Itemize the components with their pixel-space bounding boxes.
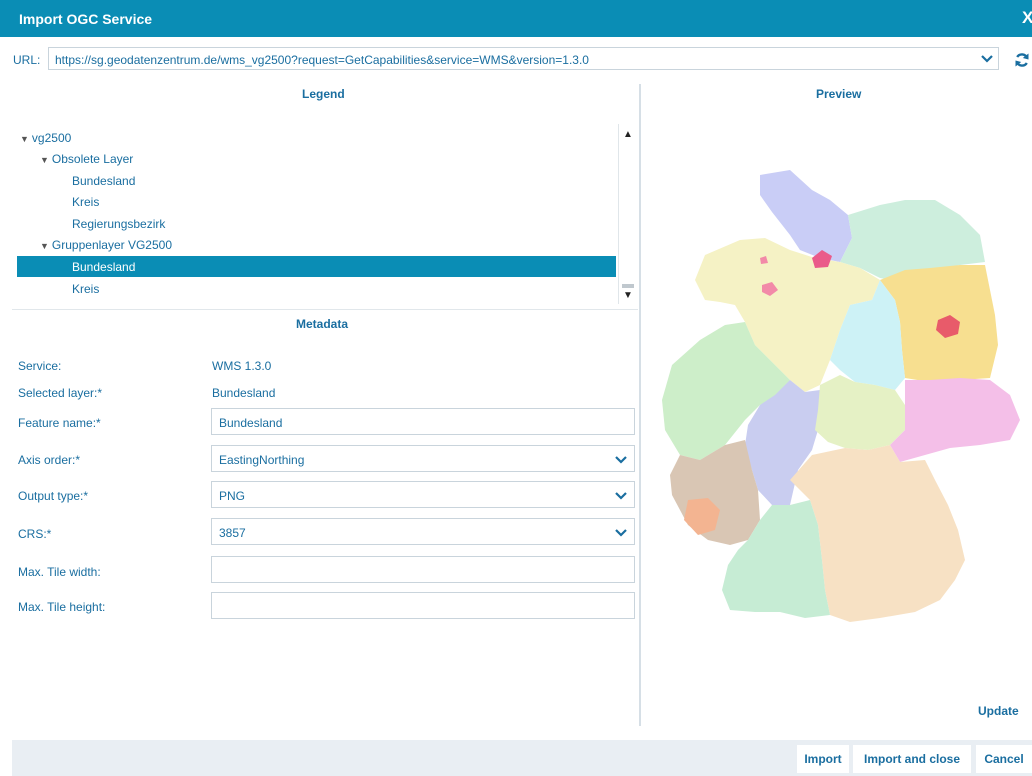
- url-value[interactable]: https://sg.geodatenzentrum.de/wms_vg2500…: [55, 53, 589, 67]
- selected-layer-label: Selected layer:*: [18, 386, 103, 400]
- tree-node-gruppenlayer[interactable]: ▼ Gruppenlayer VG2500: [40, 235, 172, 255]
- url-combobox[interactable]: https://sg.geodatenzentrum.de/wms_vg2500…: [48, 47, 999, 70]
- max-tile-height-field[interactable]: [211, 592, 635, 619]
- tree-node-kreis-obsolete[interactable]: Kreis: [72, 192, 99, 212]
- refresh-icon[interactable]: [1014, 52, 1030, 68]
- max-tile-width-label: Max. Tile width:: [18, 565, 101, 579]
- service-value: WMS 1.3.0: [212, 359, 272, 373]
- chevron-down-icon[interactable]: [615, 491, 627, 501]
- axis-order-select[interactable]: EastingNorthing: [211, 445, 635, 472]
- triangle-down-icon[interactable]: ▼: [40, 241, 49, 251]
- chevron-down-icon[interactable]: [615, 528, 627, 538]
- legend-scrollbar[interactable]: ▲ ▼: [618, 124, 637, 304]
- metadata-header: Metadata: [296, 317, 349, 331]
- service-label: Service:: [18, 359, 62, 373]
- max-tile-height-label: Max. Tile height:: [18, 600, 106, 614]
- import-and-close-button[interactable]: Import and close: [853, 745, 971, 773]
- tree-node-kreis[interactable]: Kreis: [72, 279, 99, 299]
- tree-node-regierungsbezirk[interactable]: Regierungsbezirk: [72, 214, 165, 234]
- update-button[interactable]: Update: [978, 704, 1019, 718]
- panel-divider: [639, 84, 641, 726]
- axis-order-label: Axis order:*: [18, 453, 81, 467]
- tree-node-bundesland-obsolete[interactable]: Bundesland: [72, 171, 135, 191]
- triangle-down-icon[interactable]: ▼: [20, 134, 29, 144]
- preview-header: Preview: [816, 87, 862, 101]
- max-tile-width-field[interactable]: [211, 556, 635, 583]
- tree-node-bundesland-selected[interactable]: Bundesland: [72, 257, 135, 277]
- url-row: URL: https://sg.geodatenzentrum.de/wms_v…: [0, 44, 1032, 72]
- tree-node-label: vg2500: [31, 131, 72, 145]
- tree-node-label: Kreis: [72, 282, 100, 296]
- feature-name-label: Feature name:*: [18, 416, 101, 430]
- tree-node-label: Regierungsbezirk: [72, 217, 166, 231]
- cancel-button[interactable]: Cancel: [976, 745, 1032, 773]
- output-type-select[interactable]: PNG: [211, 481, 635, 508]
- chevron-down-icon[interactable]: [615, 455, 627, 465]
- scroll-up-icon[interactable]: ▲: [622, 128, 634, 142]
- tree-node-label: Bundesland: [72, 174, 136, 188]
- dialog-titlebar: Import OGC Service X: [0, 0, 1032, 37]
- tree-node-label: Obsolete Layer: [51, 152, 134, 166]
- selected-layer-value: Bundesland: [212, 386, 276, 400]
- scrollbar-thumb[interactable]: [622, 284, 634, 288]
- dialog-title: Import OGC Service: [19, 11, 153, 27]
- triangle-down-icon[interactable]: ▼: [40, 155, 49, 165]
- map-region: [890, 378, 1020, 462]
- tree-node-label: Gruppenlayer VG2500: [51, 238, 172, 252]
- legend-metadata-separator: [12, 309, 638, 310]
- axis-order-value[interactable]: EastingNorthing: [219, 453, 304, 467]
- crs-select[interactable]: 3857: [211, 518, 635, 545]
- url-label: URL:: [13, 53, 41, 67]
- crs-value[interactable]: 3857: [219, 526, 246, 540]
- output-type-value[interactable]: PNG: [219, 489, 245, 503]
- tree-node-label: Kreis: [72, 195, 100, 209]
- tree-node-vg2500[interactable]: ▼ vg2500: [20, 128, 71, 148]
- tree-node-label: Bundesland: [72, 260, 136, 274]
- chevron-down-icon[interactable]: [981, 54, 993, 64]
- scroll-down-icon[interactable]: ▼: [622, 289, 634, 303]
- feature-name-value[interactable]: Bundesland: [219, 416, 282, 430]
- feature-name-field[interactable]: Bundesland: [211, 408, 635, 435]
- output-type-label: Output type:*: [18, 489, 89, 503]
- close-icon[interactable]: X: [1022, 8, 1032, 28]
- crs-label: CRS:*: [18, 527, 52, 541]
- tree-node-obsolete-layer[interactable]: ▼ Obsolete Layer: [40, 149, 133, 169]
- preview-map: [662, 170, 1020, 622]
- import-button[interactable]: Import: [797, 745, 849, 773]
- legend-header: Legend: [302, 87, 345, 101]
